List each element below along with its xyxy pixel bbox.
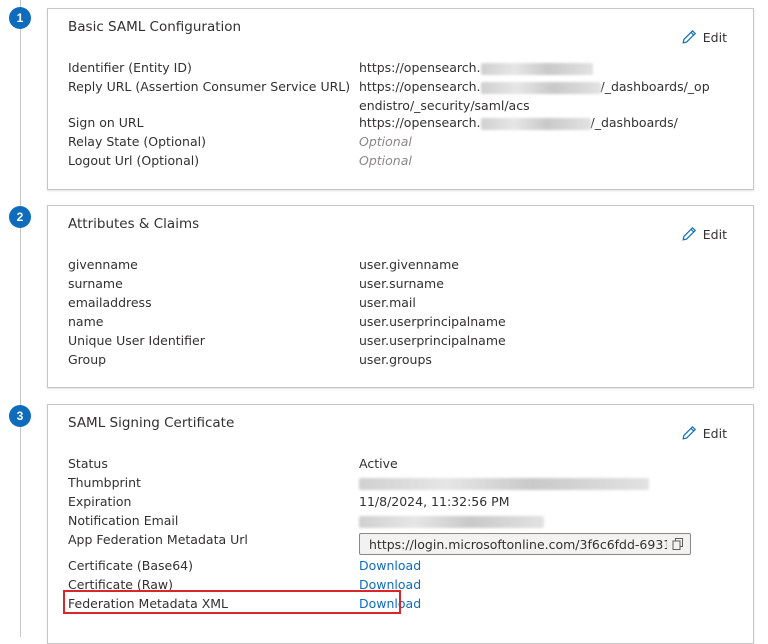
row-sign-on-url: Sign on URL https://opensearch./_dashboa… xyxy=(68,113,743,132)
field-value: https://opensearch./_dashboards/ xyxy=(359,115,678,130)
edit-label: Edit xyxy=(702,425,727,441)
status-value: Active xyxy=(359,456,398,471)
field-value: https://opensearch./_dashboards/_op xyxy=(359,79,710,94)
metadata-url-field[interactable]: https://login.microsoftonline.com/3f6c6f… xyxy=(359,533,691,555)
row-identifier: Identifier (Entity ID) https://opensearc… xyxy=(68,58,743,77)
row-expiration: Expiration 11/8/2024, 11:32:56 PM xyxy=(68,492,743,511)
redacted-text xyxy=(480,117,591,130)
field-value: https://opensearch. xyxy=(359,58,593,77)
step-badge-2: 2 xyxy=(9,206,31,228)
step-badge-3: 3 xyxy=(9,405,31,427)
attributes-claims-card: Attributes & Claims Edit givenname user.… xyxy=(47,205,754,388)
claim-name: Group xyxy=(68,352,107,367)
claim-value: user.userprincipalname xyxy=(359,333,506,348)
card-title: Basic SAML Configuration xyxy=(68,19,242,35)
basic-saml-configuration-card: Basic SAML Configuration Edit Identifier… xyxy=(47,8,754,190)
expiration-value: 11/8/2024, 11:32:56 PM xyxy=(359,494,510,509)
pencil-icon xyxy=(682,29,696,44)
field-label: Thumbprint xyxy=(68,475,141,490)
redacted-text xyxy=(359,515,544,528)
field-label: App Federation Metadata Url xyxy=(68,532,248,547)
row-status: Status Active xyxy=(68,454,743,473)
claim-name: Unique User Identifier xyxy=(68,333,205,348)
row-metadata-url: App Federation Metadata Url https://logi… xyxy=(68,530,743,555)
claim-name: givenname xyxy=(68,257,138,272)
row-thumbprint: Thumbprint xyxy=(68,473,743,492)
claim-value: user.givenname xyxy=(359,257,459,272)
download-base64-link[interactable]: Download xyxy=(359,556,421,575)
claim-name: name xyxy=(68,314,104,329)
field-label: Logout Url (Optional) xyxy=(68,153,200,168)
claim-name: emailaddress xyxy=(68,295,152,310)
row-reply-url: Reply URL (Assertion Consumer Service UR… xyxy=(68,77,743,115)
field-label: Reply URL (Assertion Consumer Service UR… xyxy=(68,79,351,94)
claim-value: user.userprincipalname xyxy=(359,314,506,329)
edit-label: Edit xyxy=(702,226,727,242)
claim-value: user.surname xyxy=(359,276,444,291)
field-value-placeholder: Optional xyxy=(359,134,412,149)
copy-icon[interactable] xyxy=(672,538,684,550)
field-label: Identifier (Entity ID) xyxy=(68,60,192,75)
redacted-text xyxy=(359,477,649,490)
edit-basic-saml-button[interactable]: Edit xyxy=(681,29,727,45)
pencil-icon xyxy=(682,425,696,440)
edit-attributes-button[interactable]: Edit xyxy=(681,226,727,242)
highlight-box xyxy=(63,590,401,614)
claim-name: surname xyxy=(68,276,123,291)
edit-label: Edit xyxy=(702,29,727,45)
claim-row: Unique User Identifier user.userprincipa… xyxy=(68,331,743,350)
step-rail xyxy=(20,0,21,637)
claim-row: name user.userprincipalname xyxy=(68,312,743,331)
field-label: Expiration xyxy=(68,494,132,509)
claim-value: user.groups xyxy=(359,352,432,367)
thumbprint-value xyxy=(359,473,649,492)
field-label: Certificate (Base64) xyxy=(68,558,193,573)
claim-row: emailaddress user.mail xyxy=(68,293,743,312)
redacted-text xyxy=(480,62,593,75)
email-value xyxy=(359,511,544,530)
card-title: Attributes & Claims xyxy=(68,216,200,232)
row-notification-email: Notification Email xyxy=(68,511,743,530)
card-title: SAML Signing Certificate xyxy=(68,415,235,431)
step-badge-1: 1 xyxy=(9,7,31,29)
claim-row: givenname user.givenname xyxy=(68,255,743,274)
field-value-placeholder: Optional xyxy=(359,153,412,168)
claim-value: user.mail xyxy=(359,295,416,310)
field-label: Notification Email xyxy=(68,513,179,528)
row-logout-url: Logout Url (Optional) Optional xyxy=(68,151,743,170)
pencil-icon xyxy=(682,226,696,241)
claim-row: Group user.groups xyxy=(68,350,743,369)
field-label: Status xyxy=(68,456,108,471)
row-cert-base64: Certificate (Base64) Download xyxy=(68,556,743,575)
edit-certificate-button[interactable]: Edit xyxy=(681,425,727,441)
redacted-text xyxy=(480,81,601,94)
claim-row: surname user.surname xyxy=(68,274,743,293)
metadata-url-text: https://login.microsoftonline.com/3f6c6f… xyxy=(369,536,667,552)
field-label: Relay State (Optional) xyxy=(68,134,206,149)
field-label: Sign on URL xyxy=(68,115,144,130)
row-relay-state: Relay State (Optional) Optional xyxy=(68,132,743,151)
